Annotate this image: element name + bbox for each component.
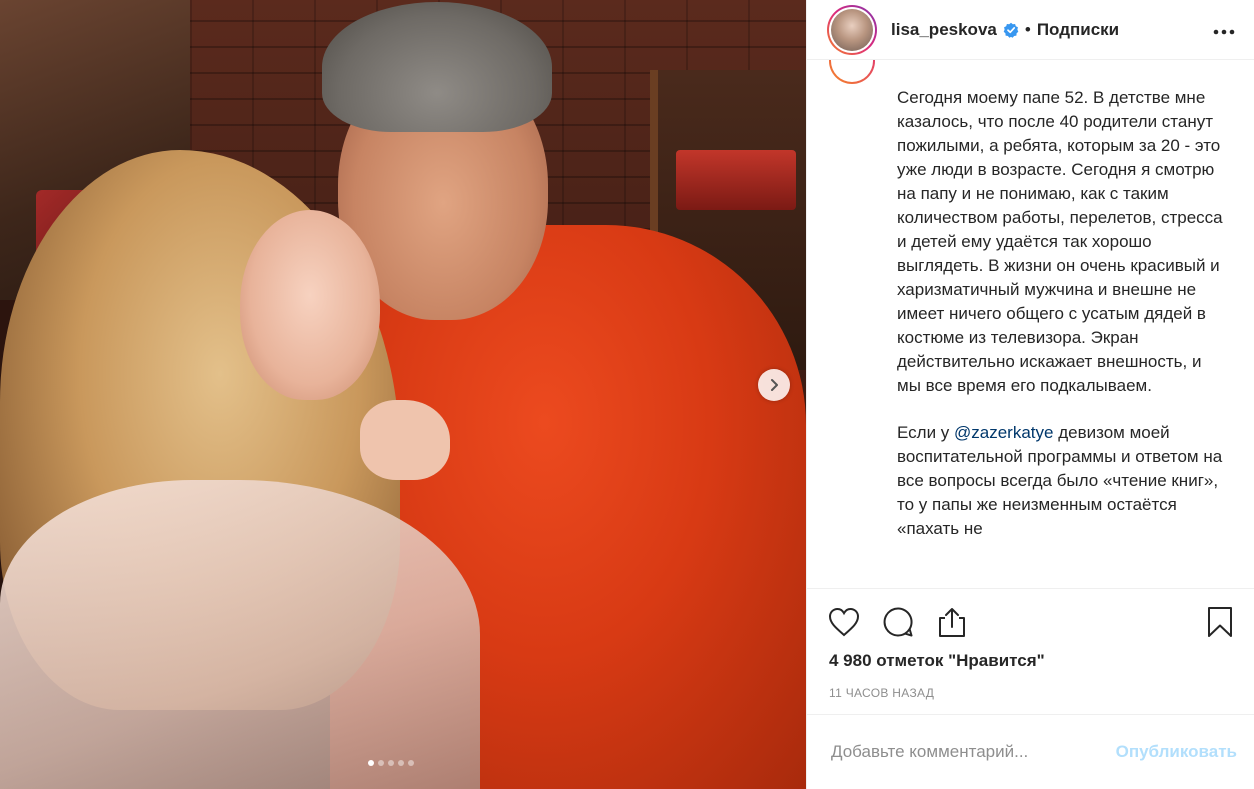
instagram-post: lisa_peskova • Подписки Сегодня моему па…	[0, 0, 1254, 789]
caption-avatar[interactable]	[829, 60, 875, 84]
bookmark-icon	[1208, 607, 1232, 637]
caption-paragraph: Сегодня моему папе 52. В детстве мне каз…	[897, 88, 1223, 395]
post-photo[interactable]	[0, 0, 806, 789]
publish-comment-button[interactable]: Опубликовать	[1116, 742, 1237, 762]
post-sidebar: lisa_peskova • Подписки Сегодня моему па…	[806, 0, 1254, 789]
chevron-right-icon	[771, 379, 778, 391]
likes-count[interactable]: 4 980 отметок "Нравится"	[829, 651, 1045, 671]
like-button[interactable]	[827, 605, 861, 639]
caption-scroll-area[interactable]: Сегодня моему папе 52. В детстве мне каз…	[807, 60, 1254, 588]
carousel-dot	[378, 760, 384, 766]
more-options-button[interactable]	[1213, 18, 1235, 41]
carousel-next-button[interactable]	[758, 369, 790, 401]
share-upload-icon	[939, 608, 965, 637]
post-caption: Сегодня моему папе 52. В детстве мне каз…	[897, 86, 1227, 564]
carousel-dot	[408, 760, 414, 766]
avatar[interactable]	[827, 4, 877, 55]
verified-badge-icon	[1003, 22, 1019, 38]
carousel-indicator	[368, 760, 414, 766]
comment-button[interactable]	[881, 605, 915, 639]
comment-input[interactable]	[829, 741, 1116, 763]
carousel-dot	[398, 760, 404, 766]
share-button[interactable]	[935, 605, 969, 639]
carousel-dot	[388, 760, 394, 766]
heart-icon	[828, 607, 860, 637]
username-link[interactable]: lisa_peskova	[891, 20, 997, 40]
carousel-dot	[368, 760, 374, 766]
following-button[interactable]: Подписки	[1037, 20, 1119, 40]
caption-paragraph: Если у @zazerkatye девизом моей воспитат…	[897, 421, 1227, 541]
woman-face	[240, 210, 380, 400]
post-header: lisa_peskova • Подписки	[807, 0, 1254, 60]
save-button[interactable]	[1203, 605, 1237, 639]
mention-link[interactable]: @zazerkatye	[954, 423, 1053, 442]
woman-blouse	[0, 480, 480, 789]
woman-hand	[360, 400, 450, 480]
more-horizontal-icon	[1213, 29, 1235, 35]
header-separator: •	[1024, 19, 1031, 39]
man-hair	[322, 2, 552, 132]
post-actions: 4 980 отметок "Нравится" 11 ЧАСОВ НАЗАД	[807, 588, 1254, 714]
avatar-image	[831, 8, 873, 51]
comment-form: Опубликовать	[807, 714, 1254, 789]
post-timestamp[interactable]: 11 ЧАСОВ НАЗАД	[829, 686, 934, 700]
comment-bubble-icon	[883, 607, 913, 637]
caption-text-segment: Если у	[897, 423, 955, 442]
